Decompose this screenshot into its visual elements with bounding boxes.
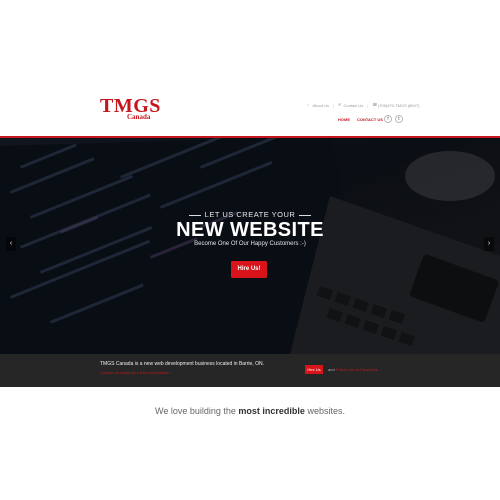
logo-sub-text: Canada — [127, 113, 151, 121]
info-bar-or-text: and — [328, 367, 335, 372]
tagline-bold: most incredible — [238, 406, 305, 416]
tagline-before: We love building the — [155, 406, 239, 416]
divider — [188, 214, 201, 216]
top-link-phone-label: (705)970-TMGS (8647) — [377, 102, 420, 108]
hero-pre-title-text: LET US CREATE YOUR — [204, 210, 296, 219]
top-link-contact[interactable]: ✉ Contact Us — [338, 103, 363, 108]
top-link-contact-label: Contact Us — [343, 102, 364, 108]
envelope-icon: ✉ — [338, 102, 342, 107]
divider — [299, 214, 312, 216]
tagline-after: websites. — [304, 406, 345, 416]
info-bar-facebook-link[interactable]: Follow Us on Facebook — [336, 367, 378, 372]
site-header: TMGS Canada ○ About Us | ✉ Contact Us | … — [0, 0, 500, 136]
hero-title: NEW WEBSITE — [176, 219, 324, 241]
phone-icon: ☎ — [372, 102, 378, 107]
hire-us-button[interactable]: Hire Us! — [231, 261, 267, 278]
logo[interactable]: TMGS Canada — [100, 96, 162, 124]
user-icon: ○ — [307, 102, 310, 107]
header-accent-line — [0, 136, 500, 138]
nav-item-contact[interactable]: CONTACT US — [357, 117, 383, 122]
main-nav: HOME CONTACT US — [338, 117, 383, 122]
info-bar-hire-button[interactable]: Hire Us — [305, 365, 323, 374]
hero-subtitle: Become One Of Our Happy Customers :-) — [194, 241, 306, 247]
top-link-about[interactable]: ○ About Us — [307, 103, 329, 108]
info-bar — [0, 354, 500, 387]
top-link-phone[interactable]: ☎ (705)970-TMGS (8647) — [372, 103, 419, 108]
divider: | — [367, 102, 369, 108]
info-bar-contact-link[interactable]: Contact us today for a free consultation… — [100, 370, 171, 375]
info-bar-text: TMGS Canada is a new web development bus… — [100, 361, 264, 367]
tagline: We love building the most incredible web… — [0, 406, 500, 416]
facebook-icon[interactable]: f — [384, 115, 392, 123]
hero-pre-title: LET US CREATE YOUR — [0, 210, 500, 219]
top-link-about-label: About Us — [312, 102, 329, 108]
top-links: ○ About Us | ✉ Contact Us | ☎ (705)970-T… — [307, 101, 419, 109]
social-links: f t — [384, 115, 403, 123]
divider: | — [332, 102, 334, 108]
nav-item-home[interactable]: HOME — [338, 117, 350, 122]
twitter-icon[interactable]: t — [395, 115, 403, 123]
